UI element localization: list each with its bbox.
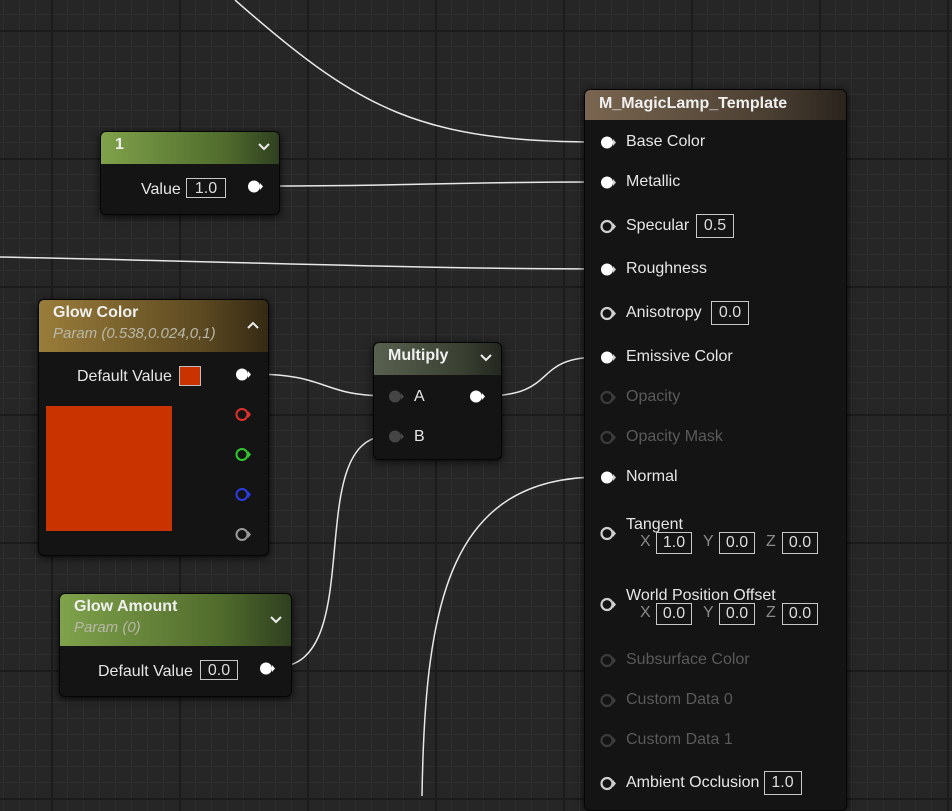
emissive-color-label: Emissive Color (626, 348, 733, 365)
world-position-offset-y-axis-label: Y (703, 604, 714, 621)
specular-pin-icon[interactable] (600, 219, 616, 234)
normal-pin-icon[interactable] (600, 470, 616, 485)
glow-color-subtitle: Param (0.538,0.024,0,1) (53, 325, 216, 342)
tangent-z-axis-label: Z (766, 533, 776, 550)
metallic-label: Metallic (626, 173, 681, 190)
constant-node-header[interactable]: 1 (101, 132, 279, 164)
tangent-x-field[interactable]: 1.0 (656, 532, 692, 554)
opacity-mask-pin-icon[interactable] (600, 430, 616, 445)
wire-to-base-color (234, 0, 601, 143)
ambient-occlusion-value-field[interactable]: 1.0 (763, 771, 802, 795)
glow-amount-title: Glow Amount (74, 598, 178, 615)
metallic-pin-icon[interactable] (600, 175, 616, 190)
tangent-y-field[interactable]: 0.0 (719, 532, 755, 554)
chevron-up-icon[interactable] (246, 318, 260, 332)
custom-data-1-label: Custom Data 1 (626, 731, 733, 748)
roughness-label: Roughness (626, 260, 707, 277)
world-position-offset-pin-icon[interactable] (600, 597, 616, 612)
wire-constant-to-metallic (261, 181, 601, 187)
subsurface-color-pin-icon[interactable] (600, 653, 616, 668)
custom-data-1-pin-icon[interactable] (600, 733, 616, 748)
opacity-mask-label: Opacity Mask (626, 428, 723, 445)
opacity-pin-icon[interactable] (600, 390, 616, 405)
opacity-label: Opacity (626, 388, 681, 405)
rgba-output-pin-icon[interactable] (235, 367, 251, 382)
specular-value-field[interactable]: 0.5 (696, 214, 734, 238)
tangent-pin-icon[interactable] (600, 526, 616, 541)
base-color-label: Base Color (626, 133, 706, 150)
material-node-header[interactable]: M_MagicLamp_Template (585, 90, 846, 120)
glow-amount-node[interactable]: Glow Amount Param (0) Default Value 0.0 (59, 593, 292, 697)
default-value-label: Default Value (77, 368, 172, 385)
default-value-field[interactable]: 0.0 (200, 660, 238, 680)
glow-color-node[interactable]: Glow Color Param (0.538,0.024,0,1) Defau… (38, 299, 269, 556)
glow-amount-node-header[interactable]: Glow Amount Param (0) (60, 594, 291, 646)
tangent-z-field[interactable]: 0.0 (782, 532, 818, 554)
color-swatch[interactable] (179, 366, 201, 386)
world-position-offset-x-axis-label: X (640, 604, 651, 621)
output-pin-icon[interactable] (259, 661, 275, 676)
chevron-down-icon[interactable] (479, 350, 493, 364)
normal-label: Normal (626, 468, 678, 485)
value-label: Value (141, 181, 181, 198)
red-channel-pin-icon[interactable] (235, 407, 251, 422)
constant-node[interactable]: 1 Value 1.0 (100, 131, 280, 215)
wire-to-normal (421, 476, 601, 796)
specular-label: Specular (626, 217, 690, 234)
chevron-down-icon[interactable] (269, 612, 283, 626)
wire-glowcolor-to-multiply-a (250, 373, 389, 397)
green-channel-pin-icon[interactable] (235, 447, 251, 462)
world-position-offset-y-field[interactable]: 0.0 (719, 603, 755, 625)
anisotropy-label: Anisotropy (626, 304, 702, 321)
input-b-label: B (414, 428, 425, 445)
ambient-occlusion-pin-icon[interactable] (600, 776, 616, 791)
input-b-pin-icon[interactable] (388, 429, 404, 444)
multiply-node-title: Multiply (388, 347, 449, 364)
glow-color-node-header[interactable]: Glow Color Param (0.538,0.024,0,1) (39, 300, 268, 352)
chevron-down-icon[interactable] (257, 139, 271, 153)
custom-data-0-label: Custom Data 0 (626, 691, 733, 708)
material-node-title: M_MagicLamp_Template (599, 95, 788, 112)
subsurface-color-label: Subsurface Color (626, 651, 750, 668)
alpha-channel-pin-icon[interactable] (235, 527, 251, 542)
emissive-color-pin-icon[interactable] (600, 350, 616, 365)
world-position-offset-z-axis-label: Z (766, 604, 776, 621)
world-position-offset-x-field[interactable]: 0.0 (656, 603, 692, 625)
blue-channel-pin-icon[interactable] (235, 487, 251, 502)
base-color-pin-icon[interactable] (600, 135, 616, 150)
input-a-pin-icon[interactable] (388, 389, 404, 404)
custom-data-0-pin-icon[interactable] (600, 693, 616, 708)
glow-amount-subtitle: Param (0) (74, 619, 141, 636)
wire-glowamount-to-multiply-b (275, 435, 389, 668)
constant-node-title: 1 (115, 136, 124, 153)
value-field[interactable]: 1.0 (186, 178, 226, 198)
wire-to-roughness (0, 256, 601, 270)
roughness-pin-icon[interactable] (600, 262, 616, 277)
tangent-x-axis-label: X (640, 533, 651, 550)
anisotropy-pin-icon[interactable] (600, 306, 616, 321)
world-position-offset-z-field[interactable]: 0.0 (782, 603, 818, 625)
default-value-label: Default Value (98, 663, 193, 680)
multiply-node[interactable]: Multiply A B (373, 342, 502, 460)
output-pin-icon[interactable] (247, 179, 263, 194)
glow-color-title: Glow Color (53, 304, 139, 321)
color-preview (46, 406, 172, 531)
input-a-label: A (414, 388, 425, 405)
tangent-y-axis-label: Y (703, 533, 714, 550)
ambient-occlusion-label: Ambient Occlusion (626, 774, 760, 791)
output-pin-icon[interactable] (469, 389, 485, 404)
anisotropy-value-field[interactable]: 0.0 (711, 301, 749, 325)
